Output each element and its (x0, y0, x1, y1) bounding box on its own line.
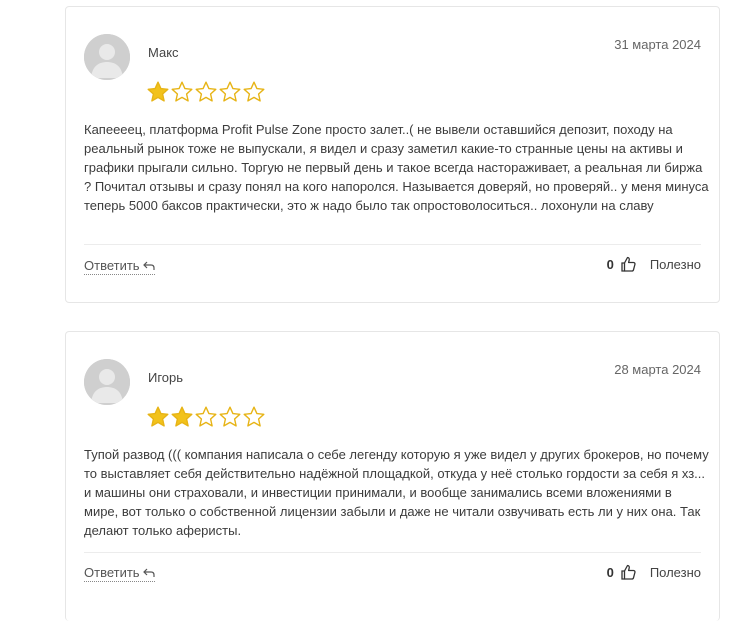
star-rating (146, 405, 266, 429)
avatar (84, 359, 130, 405)
star-empty-icon (195, 81, 217, 102)
reply-button[interactable]: Ответить (84, 565, 155, 582)
reply-arrow-icon (142, 568, 155, 577)
review-card: Игорь 28 марта 2024 Тупой развод ((( ком… (65, 331, 720, 621)
star-filled-icon (147, 406, 169, 427)
helpful-count: 0 (606, 564, 614, 580)
reply-label: Ответить (84, 565, 140, 580)
star-empty-icon (243, 406, 265, 427)
like-button[interactable] (621, 564, 636, 580)
thumbs-up-icon (621, 256, 636, 272)
review-text: Тупой развод ((( компания написала о себ… (84, 447, 709, 538)
helpful-label: Полезно (649, 256, 701, 272)
reply-button[interactable]: Ответить (84, 258, 155, 275)
star-empty-icon (219, 406, 241, 427)
user-silhouette-icon (84, 359, 130, 405)
star-empty-icon (219, 81, 241, 102)
reply-arrow-icon (142, 261, 155, 270)
helpful-count: 0 (606, 256, 614, 272)
star-filled-icon (147, 81, 169, 102)
star-rating (146, 80, 266, 104)
star-empty-icon (171, 81, 193, 102)
divider (84, 244, 701, 245)
star-filled-icon (171, 406, 193, 427)
review-date: 28 марта 2024 (614, 362, 701, 377)
star-empty-icon (243, 81, 265, 102)
user-silhouette-icon (84, 34, 130, 80)
review-author: Игорь (148, 370, 184, 385)
star-empty-icon (195, 406, 217, 427)
review-date: 31 марта 2024 (614, 37, 701, 52)
divider (84, 552, 701, 553)
review-author: Макс (148, 45, 179, 60)
helpful-section: 0 Полезно (607, 256, 701, 272)
helpful-section: 0 Полезно (607, 564, 701, 580)
reply-label: Ответить (84, 258, 140, 273)
thumbs-up-icon (621, 564, 636, 580)
like-button[interactable] (621, 256, 636, 272)
review-text: Капеееец, платформа Profit Pulse Zone пр… (84, 122, 709, 213)
review-card: Макс 31 марта 2024 Капеееец, платформа P… (65, 6, 720, 303)
helpful-label: Полезно (649, 564, 701, 580)
avatar (84, 34, 130, 80)
